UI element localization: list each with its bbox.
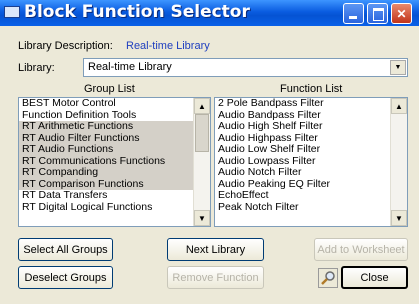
window-title: Block Function Selector [24,2,250,22]
group-list-rows: BEST Motor Control Function Definition To… [19,98,210,213]
select-all-groups-button[interactable]: Select All Groups [18,238,113,261]
group-list-item[interactable]: BEST Motor Control [19,98,210,110]
app-window-icon [4,6,20,18]
scroll-up-icon[interactable]: ▲ [391,98,407,114]
group-list-item[interactable]: RT Data Transfers [19,189,210,202]
library-select[interactable]: Real-time Library ▼ [83,58,408,77]
function-list-item[interactable]: Audio Notch Filter [215,166,407,179]
function-list-scrollbar[interactable]: ▲ ▼ [390,98,407,226]
library-label: Library: [18,62,55,74]
group-list-scroll-thumb[interactable] [195,114,209,152]
maximize-button[interactable] [367,3,388,24]
group-list-scrollbar[interactable]: ▲ ▼ [193,98,210,226]
close-button[interactable]: Close [341,266,408,289]
chevron-down-icon[interactable]: ▼ [390,60,406,75]
function-list-item[interactable]: EchoEffect [215,189,407,202]
function-list[interactable]: 2 Pole Bandpass Filter Audio Bandpass Fil… [214,97,408,227]
title-bar[interactable]: Block Function Selector ✕ [0,0,419,26]
library-description-value: Real-time Library [126,40,210,52]
group-list-item[interactable]: RT Digital Logical Functions [19,201,210,214]
close-window-button[interactable]: ✕ [391,3,412,24]
magnifier-icon [321,271,335,285]
next-library-button[interactable]: Next Library [167,238,264,261]
function-list-header: Function List [280,83,343,95]
deselect-groups-button[interactable]: Deselect Groups [18,266,113,289]
library-description-label: Library Description: [18,40,113,52]
scroll-up-icon[interactable]: ▲ [194,98,210,114]
function-list-item[interactable]: Audio High Shelf Filter [215,120,407,133]
search-button[interactable] [318,268,338,288]
minimize-icon [349,16,357,19]
group-list[interactable]: BEST Motor Control Function Definition To… [18,97,211,227]
group-list-item[interactable]: RT Companding [19,166,210,179]
function-list-rows: 2 Pole Bandpass Filter Audio Bandpass Fil… [215,98,407,213]
function-list-item[interactable]: Peak Notch Filter [215,201,407,214]
scroll-down-icon[interactable]: ▼ [391,210,407,226]
maximize-icon [373,8,384,21]
group-list-item[interactable]: RT Arithmetic Functions [19,120,210,133]
function-list-item[interactable]: Audio Low Shelf Filter [215,143,407,156]
library-select-value: Real-time Library [88,61,172,73]
group-list-item[interactable]: RT Audio Functions [19,143,210,156]
minimize-button[interactable] [343,3,364,24]
close-icon: ✕ [396,6,407,21]
remove-function-button[interactable]: Remove Function [167,266,264,289]
scroll-down-icon[interactable]: ▼ [194,210,210,226]
add-to-worksheet-button[interactable]: Add to Worksheet [314,238,408,261]
group-list-header: Group List [84,83,135,95]
function-list-item[interactable]: 2 Pole Bandpass Filter [215,98,407,110]
